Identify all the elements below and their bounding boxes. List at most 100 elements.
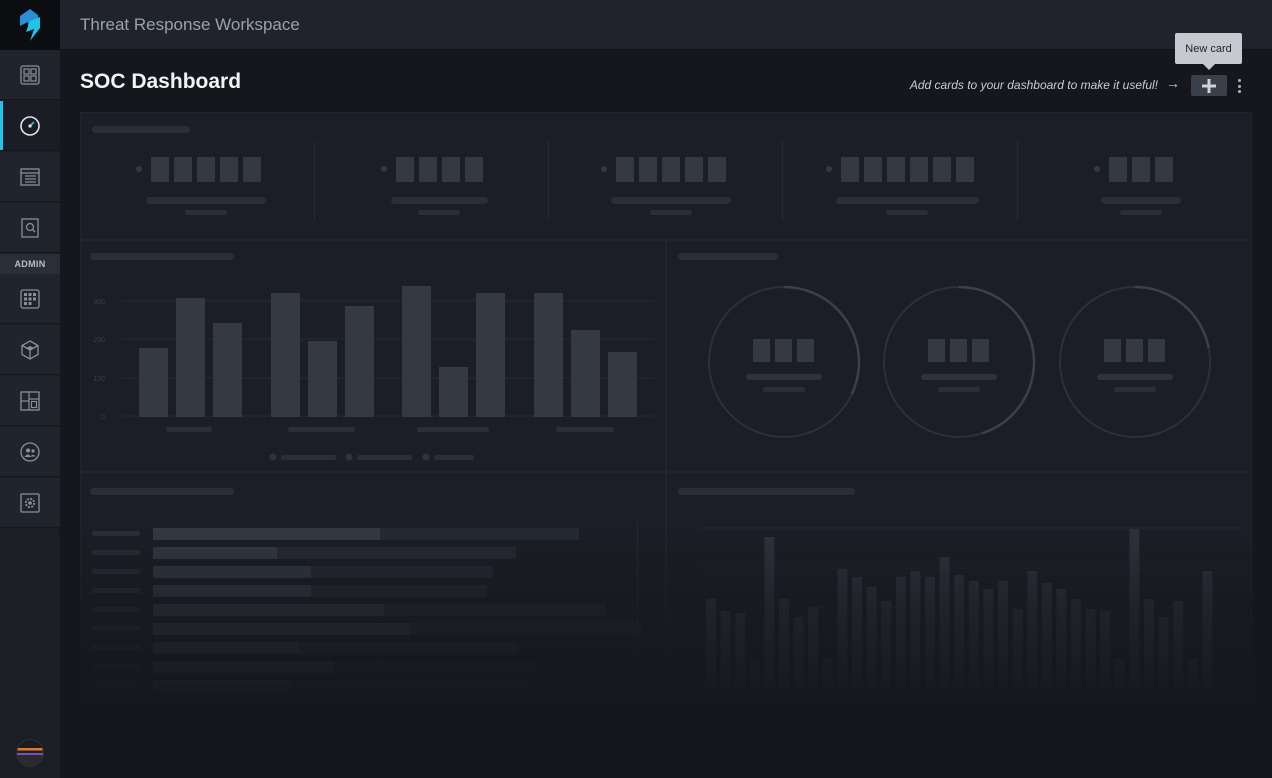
- placeholder-sublabel-bar: [1114, 387, 1156, 392]
- placeholder-digit-block: [932, 157, 951, 182]
- placeholder-bar: [139, 348, 168, 417]
- placeholder-label-bar: [390, 197, 488, 204]
- placeholder-hbar-card: [80, 472, 666, 778]
- nav-admin-packages[interactable]: [0, 325, 60, 375]
- placeholder-column: [735, 613, 746, 689]
- nav-incidents[interactable]: [0, 152, 60, 202]
- placeholder-row-label: [92, 664, 140, 669]
- placeholder-sublabel-bar: [886, 210, 928, 215]
- placeholder-column: [866, 587, 877, 689]
- placeholder-row-label: [92, 588, 140, 593]
- placeholder-row-label: [92, 550, 140, 555]
- divider: [782, 141, 783, 221]
- apps-grid-icon: [20, 288, 40, 309]
- gear-icon: [20, 492, 40, 513]
- placeholder-column: [749, 661, 760, 689]
- placeholder-column: [793, 617, 804, 689]
- placeholder-column: [1012, 609, 1023, 689]
- divider: [548, 141, 549, 221]
- nav-admin-layouts[interactable]: [0, 376, 60, 426]
- arrow-right-icon: →: [1166, 75, 1180, 91]
- placeholder-hbar-fill: [153, 623, 410, 635]
- placeholder-bar: [439, 367, 468, 417]
- placeholder-digit-block: [395, 157, 414, 182]
- nav-admin-settings[interactable]: [0, 478, 60, 528]
- placeholder-bar: [345, 306, 374, 417]
- nav-search-reports[interactable]: [0, 203, 60, 253]
- placeholder-column-card: [666, 472, 1252, 778]
- placeholder-column: [1100, 611, 1111, 689]
- placeholder-legend-label: [281, 455, 336, 460]
- placeholder-digit-block: [840, 157, 859, 182]
- nav-soc-dashboard[interactable]: [0, 101, 60, 151]
- placeholder-column: [822, 659, 833, 689]
- placeholder-sublabel-bar: [763, 387, 805, 392]
- placeholder-column: [910, 571, 921, 689]
- cube-icon: [21, 339, 39, 360]
- placeholder-bar: [571, 330, 600, 417]
- placeholder-column: [837, 569, 848, 689]
- new-card-tooltip: New card: [1175, 33, 1242, 70]
- placeholder-digit-block: [197, 157, 215, 182]
- placeholder-column: [1041, 583, 1052, 689]
- empty-dashboard-hint: Add cards to your dashboard to make it u…: [909, 78, 1158, 92]
- placeholder-bar: [476, 293, 505, 417]
- placeholder-column: [1202, 571, 1213, 689]
- avatar: [16, 739, 44, 767]
- gauge-icon: [20, 115, 40, 136]
- placeholder-sublabel-bar: [418, 210, 460, 215]
- placeholder-column: [1129, 529, 1140, 689]
- placeholder-row-label: [92, 645, 140, 650]
- placeholder-column: [954, 575, 965, 689]
- nav-dashboards[interactable]: [0, 50, 60, 100]
- placeholder-label-bar: [835, 197, 979, 204]
- placeholder-digit-block: [441, 157, 460, 182]
- placeholder-hbar-fill: [153, 680, 290, 692]
- admin-section-label: ADMIN: [0, 254, 60, 274]
- nav-admin-apps[interactable]: [0, 274, 60, 324]
- plus-icon: [1202, 78, 1216, 93]
- y-tick-label: 300: [93, 299, 105, 306]
- placeholder-digit-block: [1109, 157, 1127, 182]
- placeholder-label-bar: [921, 374, 997, 380]
- placeholder-digit-block: [464, 157, 483, 182]
- placeholder-digit-block: [955, 157, 974, 182]
- placeholder-dot: [1094, 166, 1100, 172]
- placeholder-column: [764, 537, 775, 689]
- nav-admin-users[interactable]: [0, 427, 60, 477]
- placeholder-row-label: [92, 607, 140, 612]
- placeholder-label-bar: [146, 197, 266, 204]
- placeholder-column: [1173, 601, 1184, 689]
- placeholder-digit-block: [797, 339, 814, 362]
- placeholder-x-label: [288, 427, 355, 432]
- placeholder-column-chart: [701, 527, 1241, 689]
- placeholder-bar: [271, 293, 300, 417]
- placeholder-digit-block: [863, 157, 882, 182]
- placeholder-hbar-fill: [153, 547, 277, 559]
- placeholder-digit-block: [1126, 339, 1143, 362]
- placeholder-digit-block: [886, 157, 905, 182]
- placeholder-digit-block: [1155, 157, 1173, 182]
- placeholder-x-label: [417, 427, 489, 432]
- new-card-button[interactable]: [1191, 75, 1227, 96]
- more-options-button[interactable]: [1232, 76, 1246, 96]
- placeholder-digit-block: [1104, 339, 1121, 362]
- divider: [314, 141, 315, 221]
- placeholder-sublabel-bar: [650, 210, 692, 215]
- placeholder-hbar-fill: [153, 528, 380, 540]
- kebab-dot: [1237, 79, 1241, 82]
- placeholder-dot: [825, 166, 832, 172]
- placeholder-column: [983, 589, 994, 689]
- placeholder-digit-block: [1148, 339, 1165, 362]
- dashboards-grid-icon: [20, 64, 40, 85]
- placeholder-legend-dot: [422, 453, 430, 461]
- placeholder-dot: [601, 166, 607, 172]
- placeholder-sublabel-bar: [185, 210, 227, 215]
- user-menu[interactable]: [0, 728, 60, 778]
- placeholder-digit-block: [685, 157, 703, 182]
- placeholder-hbar-fill: [153, 642, 299, 654]
- placeholder-legend-dot: [345, 453, 353, 461]
- placeholder-x-label: [556, 427, 614, 432]
- placeholder-hbar-fill: [153, 661, 333, 673]
- app-logo[interactable]: [0, 0, 60, 50]
